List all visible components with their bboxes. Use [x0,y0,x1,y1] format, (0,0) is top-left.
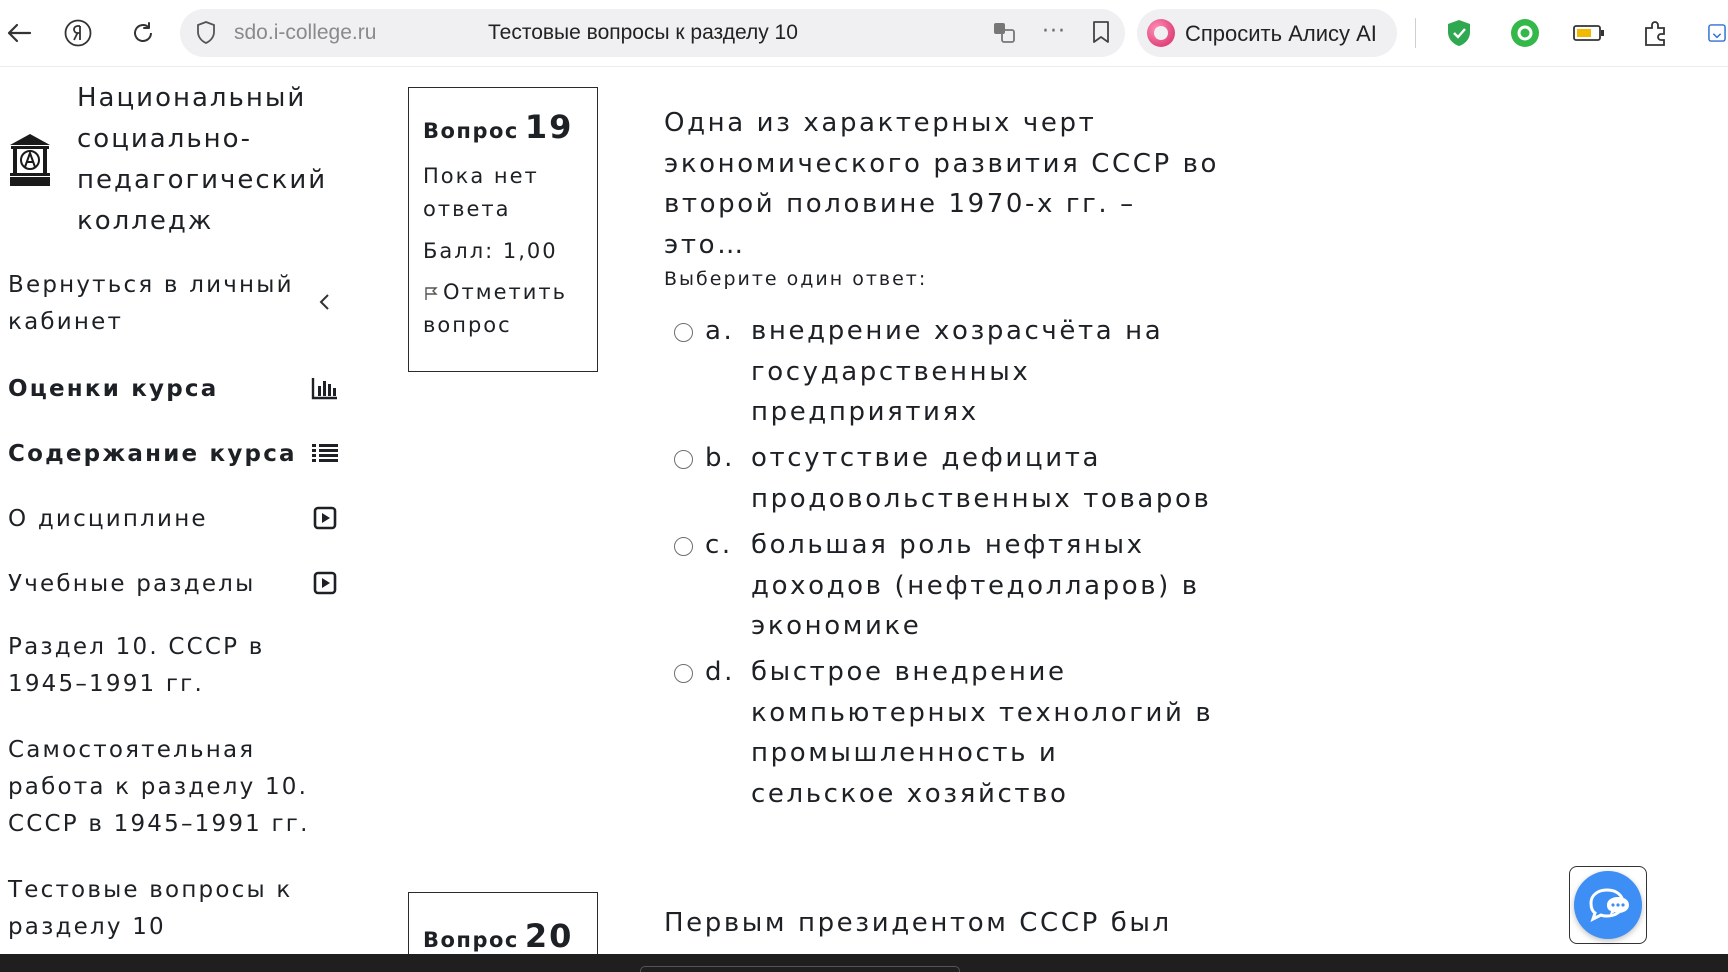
answer-letter: d. [705,657,735,687]
back-to-cabinet-label: Вернуться в личный кабинет [8,272,294,335]
question-label: Вопрос [423,119,519,143]
flag-question-label: Отметить вопрос [423,280,568,337]
question-heading: Вопрос 20 [423,917,583,955]
sidebar-item-course-content[interactable]: Содержание курса [8,436,348,473]
question-heading: Вопрос 19 [423,108,583,146]
answer-prompt: Выберите один ответ: [664,268,928,290]
question-number: 20 [524,917,574,955]
chevron-left-icon[interactable] [310,287,340,317]
address-host: sdo.i-college.ru [234,21,377,44]
alice-icon [1147,19,1175,47]
battery-icon[interactable] [1572,16,1606,50]
sidebar-item-label: Содержание курса [8,441,297,467]
sidebar-item-study-sections[interactable]: Учебные разделы [8,566,348,603]
answer-letter: c. [705,530,733,560]
question-number: 19 [524,108,574,146]
back-to-cabinet-link[interactable]: Вернуться в личный кабинет [8,267,348,341]
sidebar-section-self-work[interactable]: Самостоятельная работа к разделу 10. ССС… [8,732,338,843]
sidebar-section-tests[interactable]: Тестовые вопросы к разделу 10 [8,872,318,946]
green-extension-icon[interactable] [1508,16,1542,50]
ask-alice-label: Спросить Алису AI [1185,21,1377,46]
os-taskbar [0,954,1728,972]
question-state: Пока нет ответа [423,164,539,221]
answer-text: внедрение хозрасчёта на государственных … [751,316,1164,427]
taskbar-search-pill[interactable] [640,966,960,972]
sidebar-item-label: Учебные разделы [8,571,256,597]
answer-option-c[interactable]: c. большая роль нефтяных доходов (нефтед… [674,525,1214,647]
answer-text: большая роль нефтяных доходов (нефтедолл… [751,530,1200,641]
question-info-box: Вопрос 19 Пока нет ответа Балл: 1,00 Отме… [408,87,598,372]
list-icon [310,438,340,468]
back-icon[interactable] [0,14,38,52]
sidebar-section-10[interactable]: Раздел 10. СССР в 1945–1991 гг. [8,629,308,703]
college-name[interactable]: Национальный социально-педагогический ко… [77,78,357,242]
bar-chart-icon [310,373,340,403]
question-text: Одна из характерных черт экономического … [664,108,1220,260]
answer-radio[interactable] [674,664,693,683]
answer-option-d[interactable]: d. быстрое внедрение компьютерных технол… [674,652,1214,814]
chat-icon[interactable] [1574,871,1642,939]
bookmark-icon[interactable] [1090,19,1112,49]
question-grade: Балл: 1,00 [423,239,558,263]
answer-radio[interactable] [674,537,693,556]
flag-question-link[interactable]: Отметить вопрос [423,276,583,342]
protect-shield-icon[interactable] [1442,16,1476,50]
answer-option-a[interactable]: a. внедрение хозрасчёта на государственн… [674,311,1214,433]
answer-letter: a. [705,316,735,346]
chat-widget[interactable] [1569,866,1647,944]
reload-icon[interactable] [124,14,162,52]
security-shield-icon[interactable] [194,20,218,50]
play-box-icon [310,503,340,533]
ask-alice-button[interactable]: Спросить Алису AI [1137,9,1397,57]
toolbar-separator [1415,18,1416,48]
address-page-title: Тестовые вопросы к разделу 10 [488,21,798,44]
answer-letter: b. [705,443,735,473]
sidebar-item-label: Оценки курса [8,376,219,402]
answer-text: отсутствие дефицита продовольственных то… [751,443,1212,514]
more-dots-icon[interactable]: ··· [1042,19,1066,44]
answer-text: быстрое внедрение компьютерных технологи… [751,657,1214,809]
sidebar-item-grades[interactable]: Оценки курса [8,371,348,408]
answer-radio[interactable] [674,323,693,342]
question-text: Первым президентом СССР был [664,908,1172,938]
address-bar[interactable]: sdo.i-college.ru Тестовые вопросы к разд… [180,9,1125,57]
yandex-icon[interactable] [59,14,97,52]
play-box-icon [310,568,340,598]
answer-option-b[interactable]: b. отсутствие дефицита продовольственных… [674,438,1214,519]
extensions-icon[interactable] [1638,16,1672,50]
browser-toolbar: sdo.i-college.ru Тестовые вопросы к разд… [0,0,1728,67]
college-logo[interactable] [8,131,52,187]
translate-icon[interactable] [992,20,1016,48]
sidebar-item-label: О дисциплине [8,506,208,532]
answer-radio[interactable] [674,450,693,469]
downloads-icon[interactable] [1706,16,1728,50]
sidebar-item-about-discipline[interactable]: О дисциплине [8,501,348,538]
question-label: Вопрос [423,928,519,952]
flag-icon[interactable] [423,278,439,300]
